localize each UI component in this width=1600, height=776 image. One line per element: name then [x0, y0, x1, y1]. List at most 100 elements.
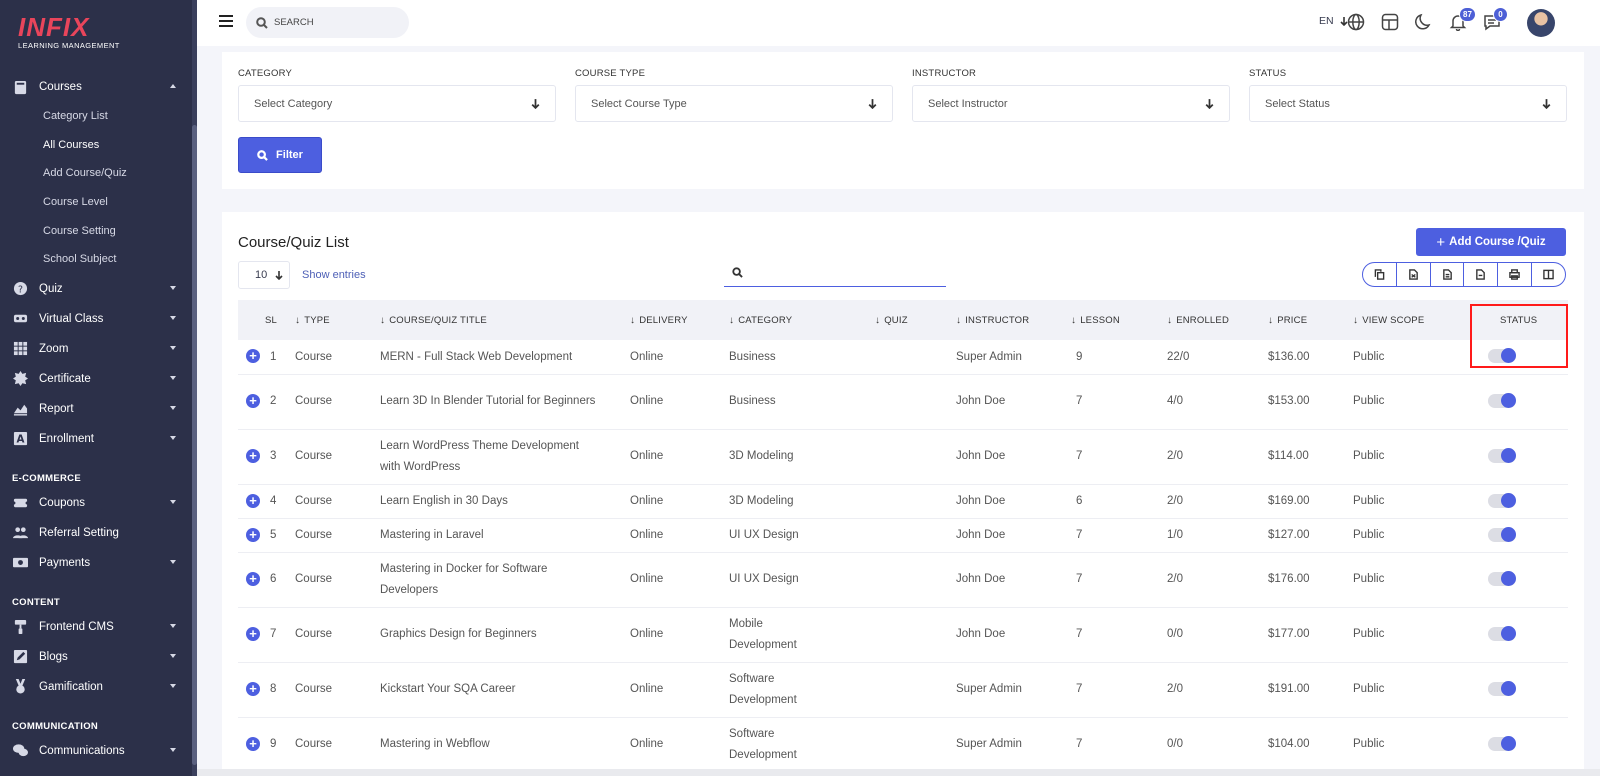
sidebar-section-content: CONTENT — [12, 596, 61, 608]
expand-row-icon[interactable]: + — [246, 527, 260, 542]
arrow-down-icon: ↓ — [295, 314, 301, 326]
cell-price: $104.00 — [1268, 717, 1353, 773]
sidebar-item-report[interactable]: Report — [0, 394, 192, 424]
menu-icon[interactable] — [219, 15, 233, 27]
print-button[interactable] — [1498, 263, 1533, 286]
status-toggle[interactable] — [1488, 448, 1516, 464]
status-toggle[interactable] — [1488, 736, 1516, 752]
sidebar-item-coupons[interactable]: Coupons — [0, 488, 192, 518]
copy-button[interactable] — [1363, 263, 1397, 286]
column-header-quiz[interactable]: ↓ QUIZ — [875, 300, 956, 340]
cell-lesson: 6 — [1071, 484, 1167, 519]
sidebar-item-blogs[interactable]: Blogs — [0, 642, 192, 672]
sidebar-item-virtual-class[interactable]: Virtual Class — [0, 304, 192, 334]
pdf-button[interactable] — [1464, 263, 1499, 286]
course-type-label: COURSE TYPE — [575, 68, 646, 79]
column-header-label: VIEW SCOPE — [1362, 314, 1425, 326]
chevron-down-icon — [170, 345, 176, 350]
column-header-title[interactable]: ↓ COURSE/QUIZ TITLE — [380, 300, 630, 340]
status-select[interactable]: Select Status — [1249, 85, 1567, 122]
status-toggle[interactable] — [1488, 571, 1516, 587]
table-search[interactable] — [724, 262, 946, 287]
table-search-input[interactable] — [750, 265, 940, 283]
layout-icon[interactable] — [1381, 13, 1401, 33]
sl-value: 6 — [270, 573, 277, 586]
sidebar-section-ecommerce: E-COMMERCE — [12, 472, 81, 484]
cell-price: $177.00 — [1268, 607, 1353, 663]
sidebar-item-referral-setting[interactable]: Referral Setting — [0, 518, 192, 548]
status-toggle[interactable] — [1488, 492, 1516, 508]
sidebar-item-gamification[interactable]: Gamification — [0, 672, 192, 702]
column-header-type[interactable]: ↓ TYPE — [295, 300, 380, 340]
cell-quiz — [875, 662, 956, 718]
global-search[interactable] — [246, 7, 409, 38]
column-header-price[interactable]: ↓ PRICE — [1268, 300, 1353, 340]
sidebar-item-quiz[interactable]: ? Quiz — [0, 274, 192, 304]
sidebar-item-label: Referral Setting — [39, 526, 119, 539]
chevron-down-icon — [170, 285, 176, 290]
expand-row-icon[interactable]: + — [246, 449, 260, 464]
category-select[interactable]: Select Category — [238, 85, 556, 122]
sidebar-item-communications[interactable]: Communications — [0, 736, 192, 766]
search-icon — [257, 149, 268, 161]
entries-select[interactable]: 10 — [238, 261, 290, 289]
logo[interactable]: INFIX LEARNING MANAGEMENT — [18, 14, 120, 50]
status-toggle[interactable] — [1488, 681, 1516, 697]
sidebar-item-courses[interactable]: Courses — [0, 72, 192, 102]
language-selector[interactable]: EN — [1319, 15, 1349, 27]
expand-row-icon[interactable]: + — [246, 682, 260, 697]
column-header-view-scope[interactable]: ↓ VIEW SCOPE — [1353, 300, 1463, 340]
sidebar-subitem-course-level[interactable]: Course Level — [0, 188, 192, 217]
sidebar-subitem-school-subject[interactable]: School Subject — [0, 245, 192, 274]
sidebar-item-certificate[interactable]: Certificate — [0, 364, 192, 394]
expand-row-icon[interactable]: + — [246, 394, 260, 409]
column-header-instructor[interactable]: ↓ INSTRUCTOR — [956, 300, 1071, 340]
filter-button[interactable]: Filter — [238, 137, 322, 173]
column-header-status[interactable]: STATUS — [1463, 300, 1568, 340]
cell-instructor: Super Admin — [956, 717, 1071, 773]
expand-row-icon[interactable]: + — [246, 572, 260, 587]
bell-icon[interactable]: 87 — [1449, 7, 1476, 33]
instructor-select[interactable]: Select Instructor — [912, 85, 1230, 122]
avatar[interactable] — [1527, 9, 1555, 37]
column-header-sl[interactable]: SL — [238, 300, 295, 340]
column-header-category[interactable]: ↓ CATEGORY — [729, 300, 875, 340]
column-header-enrolled[interactable]: ↓ ENROLLED — [1167, 300, 1268, 340]
sidebar-subitem-category-list[interactable]: Category List — [0, 102, 192, 131]
expand-row-icon[interactable]: + — [246, 493, 260, 508]
column-header-delivery[interactable]: ↓ DELIVERY — [630, 300, 729, 340]
cell-status — [1463, 717, 1568, 773]
status-toggle[interactable] — [1488, 526, 1516, 542]
column-visibility-button[interactable] — [1532, 263, 1565, 286]
column-header-label: LESSON — [1080, 314, 1120, 326]
vr-headset-icon — [12, 311, 28, 327]
horizontal-scrollbar[interactable] — [197, 769, 1600, 776]
chevron-down-icon — [170, 653, 176, 658]
expand-row-icon[interactable]: + — [246, 627, 260, 642]
global-search-input[interactable] — [274, 17, 404, 28]
moon-icon[interactable] — [1415, 13, 1435, 33]
expand-row-icon[interactable]: + — [246, 737, 260, 752]
cell-type: Course — [295, 429, 380, 485]
column-header-lesson[interactable]: ↓ LESSON — [1071, 300, 1167, 340]
expand-row-icon[interactable]: + — [246, 349, 260, 364]
excel-button[interactable] — [1397, 263, 1431, 286]
sidebar-item-zoom[interactable]: Zoom — [0, 334, 192, 364]
sidebar-item-label: Communications — [39, 744, 125, 757]
sidebar-item-enrollment[interactable]: A Enrollment — [0, 424, 192, 454]
sidebar-item-payments[interactable]: Payments — [0, 548, 192, 578]
globe-icon[interactable] — [1347, 13, 1367, 33]
message-icon[interactable]: 0 — [1483, 7, 1508, 33]
status-toggle[interactable] — [1488, 348, 1516, 364]
add-course-button[interactable]: + Add Course /Quiz — [1416, 228, 1566, 256]
status-toggle[interactable] — [1488, 626, 1516, 642]
sidebar-subitem-add-course[interactable]: Add Course/Quiz — [0, 159, 192, 188]
csv-button[interactable] — [1431, 263, 1465, 286]
sidebar-subitem-course-setting[interactable]: Course Setting — [0, 216, 192, 245]
sidebar-scroll-thumb[interactable] — [192, 125, 197, 765]
status-toggle[interactable] — [1488, 393, 1516, 409]
sidebar-subitem-all-courses[interactable]: All Courses — [0, 131, 192, 160]
sidebar-item-frontend-cms[interactable]: Frontend CMS — [0, 612, 192, 642]
course-list-panel: Course/Quiz List + Add Course /Quiz 10 S… — [222, 212, 1584, 776]
course-type-select[interactable]: Select Course Type — [575, 85, 893, 122]
